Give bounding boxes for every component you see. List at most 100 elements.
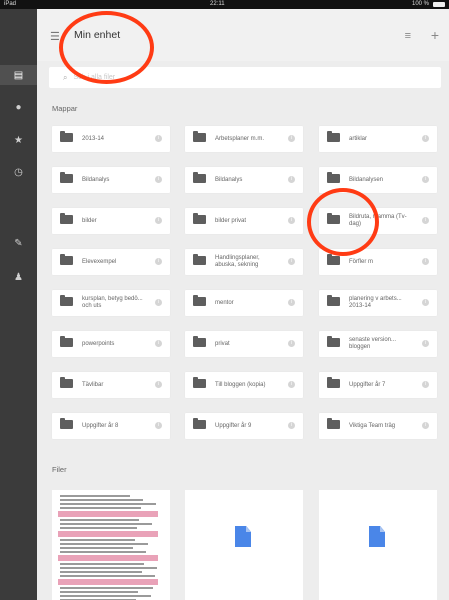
folder-item[interactable]: artiklar i (319, 126, 437, 152)
info-icon[interactable]: i (288, 299, 295, 306)
battery-icon (433, 2, 445, 7)
person-icon[interactable]: ♟ (0, 267, 37, 287)
folder-icon (193, 336, 206, 347)
info-icon[interactable]: i (155, 381, 162, 388)
file-card[interactable] (319, 490, 437, 600)
folder-item[interactable]: Uppgifter år 7 i (319, 372, 437, 398)
folder-item[interactable]: Uppgifter år 8 i (52, 413, 170, 439)
folder-item[interactable]: Handlingsplaner, abuska, sekning i (185, 249, 303, 275)
info-icon[interactable]: i (422, 258, 429, 265)
folder-item[interactable]: Till bloggen (kopia) i (185, 372, 303, 398)
highlight-line (58, 555, 158, 561)
text-line (60, 543, 148, 545)
text-line (60, 527, 137, 529)
folder-name: Handlingsplaner, abuska, sekning (215, 255, 260, 268)
folder-name: Bildanalys (215, 176, 243, 183)
info-icon[interactable]: i (288, 135, 295, 142)
drive-icon[interactable]: ▤ (0, 65, 37, 85)
info-icon[interactable]: i (422, 340, 429, 347)
shared-icon[interactable]: ● (0, 97, 37, 117)
info-icon[interactable]: i (422, 217, 429, 224)
search-placeholder: Sök i alla filer (73, 74, 116, 81)
folder-item[interactable]: Elevexempel i (52, 249, 170, 275)
folder-item[interactable]: privat i (185, 331, 303, 357)
text-line (60, 523, 152, 525)
folder-item[interactable]: Bildruta, mamma (Tv-dag) i (319, 208, 437, 234)
folder-icon (60, 295, 73, 306)
files-heading: Filer (52, 465, 67, 474)
folder-item[interactable]: bilder privat i (185, 208, 303, 234)
info-icon[interactable]: i (422, 381, 429, 388)
star-icon[interactable]: ★ (0, 130, 37, 150)
folder-item[interactable]: Arbetsplaner m.m. i (185, 126, 303, 152)
status-bar: iPad 22:11 100 % (0, 0, 449, 9)
folder-item[interactable]: Uppgifter år 9 i (185, 413, 303, 439)
list-view-icon[interactable]: ≡ (405, 30, 411, 42)
folder-icon (327, 336, 340, 347)
info-icon[interactable]: i (155, 299, 162, 306)
folder-item[interactable]: Bildanalys i (52, 167, 170, 193)
folder-icon (193, 213, 206, 224)
info-icon[interactable]: i (155, 340, 162, 347)
folder-name: Uppgifter år 7 (349, 381, 386, 388)
folder-item[interactable]: Förfler m i (319, 249, 437, 275)
clock-label: 22:11 (210, 1, 225, 7)
text-line (60, 551, 146, 553)
info-icon[interactable]: i (155, 176, 162, 183)
folder-item[interactable]: Bildanalysen i (319, 167, 437, 193)
folder-icon (327, 131, 340, 142)
folder-icon (327, 213, 340, 224)
folders-heading: Mappar (52, 104, 78, 113)
search-input[interactable]: ⌕ Sök i alla filer (49, 67, 441, 88)
folder-item[interactable]: senaste version... bloggen i (319, 331, 437, 357)
folder-item[interactable]: Tävlibar i (52, 372, 170, 398)
info-icon[interactable]: i (288, 258, 295, 265)
folder-icon (327, 172, 340, 183)
highlight-line (58, 531, 158, 537)
info-icon[interactable]: i (155, 135, 162, 142)
pin-icon[interactable]: ✎ (0, 233, 37, 253)
info-icon[interactable]: i (288, 340, 295, 347)
folder-name: artiklar (349, 135, 368, 142)
text-line (60, 499, 143, 501)
folder-item[interactable]: Viktiga Team träg i (319, 413, 437, 439)
folder-item[interactable]: 2013-14 i (52, 126, 170, 152)
text-line (60, 591, 138, 593)
info-icon[interactable]: i (422, 299, 429, 306)
folder-item[interactable]: mentor i (185, 290, 303, 316)
folder-item[interactable]: powerpoints i (52, 331, 170, 357)
info-icon[interactable]: i (422, 176, 429, 183)
file-card[interactable] (185, 490, 303, 600)
info-icon[interactable]: i (288, 217, 295, 224)
folder-icon (327, 254, 340, 265)
info-icon[interactable]: i (422, 135, 429, 142)
folder-icon (193, 254, 206, 265)
folder-name: Uppgifter år 8 (82, 422, 119, 429)
info-icon[interactable]: i (155, 422, 162, 429)
folder-name: senaste version... bloggen (349, 337, 397, 350)
folder-name: Uppgifter år 9 (215, 422, 252, 429)
file-card[interactable] (52, 490, 170, 600)
add-icon[interactable]: + (431, 27, 439, 43)
folder-name: Elevexempel (82, 258, 117, 265)
folder-item[interactable]: Bildanalys i (185, 167, 303, 193)
folder-item[interactable]: bilder i (52, 208, 170, 234)
info-icon[interactable]: i (288, 176, 295, 183)
info-icon[interactable]: i (155, 217, 162, 224)
search-icon: ⌕ (63, 72, 68, 82)
info-icon[interactable]: i (422, 422, 429, 429)
folder-icon (60, 418, 73, 429)
folder-icon (60, 336, 73, 347)
folder-name: planering v arbets... 2013-14 (349, 296, 402, 309)
carrier-label: iPad (4, 1, 17, 7)
menu-icon[interactable]: ☰ (50, 30, 60, 43)
folder-name: Förfler m (349, 258, 373, 265)
page-title: Min enhet (74, 29, 121, 41)
info-icon[interactable]: i (288, 381, 295, 388)
info-icon[interactable]: i (155, 258, 162, 265)
info-icon[interactable]: i (288, 422, 295, 429)
folder-item[interactable]: planering v arbets... 2013-14 i (319, 290, 437, 316)
folder-icon (193, 295, 206, 306)
folder-item[interactable]: kursplan, betyg bedö... och uts i (52, 290, 170, 316)
recent-icon[interactable]: ◷ (0, 162, 37, 182)
